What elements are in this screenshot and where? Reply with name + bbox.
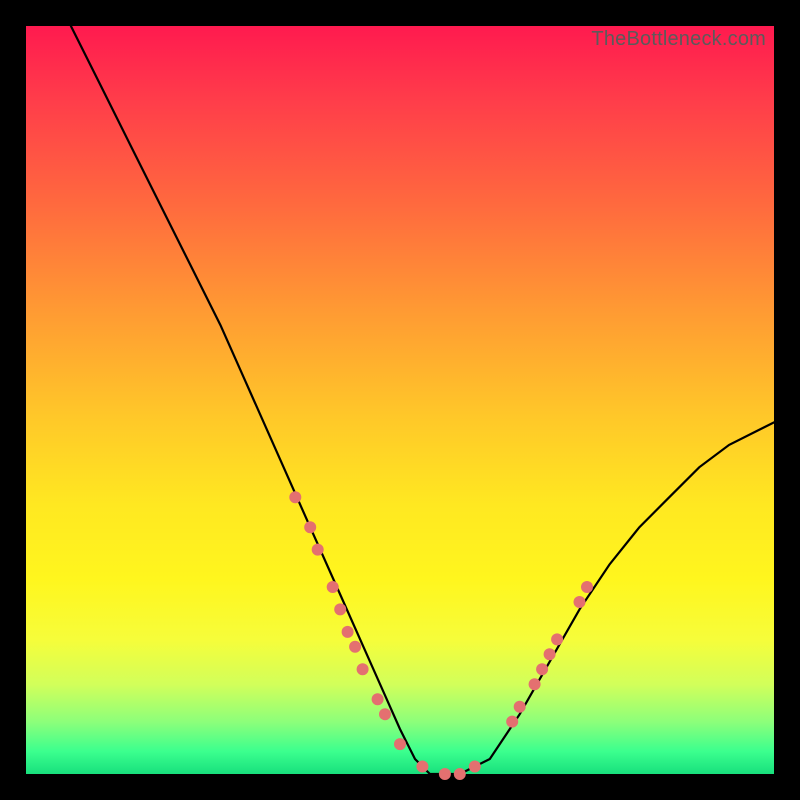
highlight-dot: [379, 708, 391, 720]
highlight-dot: [312, 544, 324, 556]
highlight-dot: [349, 641, 361, 653]
highlight-dot: [416, 761, 428, 773]
highlight-dot: [327, 581, 339, 593]
bottleneck-curve-svg: [26, 26, 774, 774]
highlight-dot: [536, 663, 548, 675]
highlight-dots-group: [289, 491, 593, 780]
plot-area: TheBottleneck.com: [26, 26, 774, 774]
highlight-dot: [551, 633, 563, 645]
chart-frame: TheBottleneck.com: [0, 0, 800, 800]
bottleneck-curve-path: [71, 26, 774, 774]
highlight-dot: [342, 626, 354, 638]
highlight-dot: [394, 738, 406, 750]
highlight-dot: [439, 768, 451, 780]
highlight-dot: [529, 678, 541, 690]
highlight-dot: [454, 768, 466, 780]
highlight-dot: [334, 603, 346, 615]
highlight-dot: [469, 761, 481, 773]
highlight-dot: [506, 716, 518, 728]
highlight-dot: [357, 663, 369, 675]
highlight-dot: [574, 596, 586, 608]
highlight-dot: [581, 581, 593, 593]
highlight-dot: [544, 648, 556, 660]
highlight-dot: [304, 521, 316, 533]
highlight-dot: [289, 491, 301, 503]
highlight-dot: [372, 693, 384, 705]
highlight-dot: [514, 701, 526, 713]
